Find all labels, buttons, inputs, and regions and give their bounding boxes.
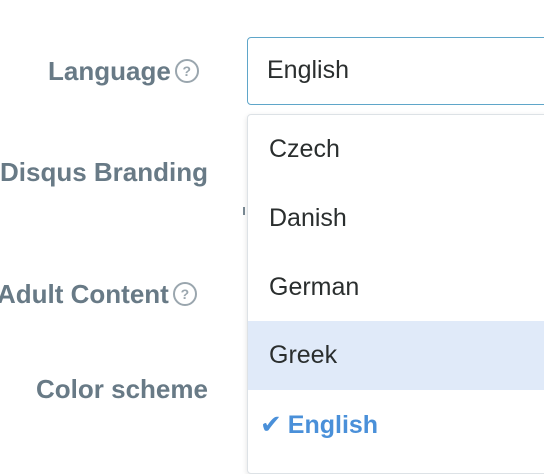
- option-label: Czech: [269, 135, 340, 163]
- language-label-text: Language: [48, 56, 171, 86]
- option-label: English: [287, 411, 379, 439]
- language-option-danish[interactable]: Danish: [248, 184, 544, 253]
- adult-content-label: Adult Content?: [0, 281, 197, 308]
- checkmark-icon: ✔: [260, 409, 282, 439]
- help-icon[interactable]: ?: [174, 59, 199, 84]
- option-label: Greek: [269, 341, 338, 369]
- language-option-czech[interactable]: Czech: [248, 115, 544, 184]
- language-label: Language?: [48, 58, 199, 85]
- language-option-german[interactable]: German: [248, 253, 544, 322]
- language-option-english[interactable]: ✔ English: [248, 390, 544, 459]
- option-label: German: [269, 273, 360, 301]
- adult-content-label-text: Adult Content: [0, 279, 169, 309]
- language-select[interactable]: English: [247, 37, 544, 105]
- color-scheme-label: Color scheme: [36, 374, 208, 404]
- language-dropdown-menu: Czech Danish German Greek ✔ English: [247, 114, 544, 474]
- language-select-value: English: [267, 56, 349, 84]
- disqus-branding-label: Disqus Branding: [0, 157, 209, 187]
- disqus-branding-control-edge: [243, 207, 245, 215]
- help-icon[interactable]: ?: [172, 282, 197, 307]
- language-option-greek[interactable]: Greek: [248, 321, 544, 390]
- option-label: Danish: [269, 204, 347, 232]
